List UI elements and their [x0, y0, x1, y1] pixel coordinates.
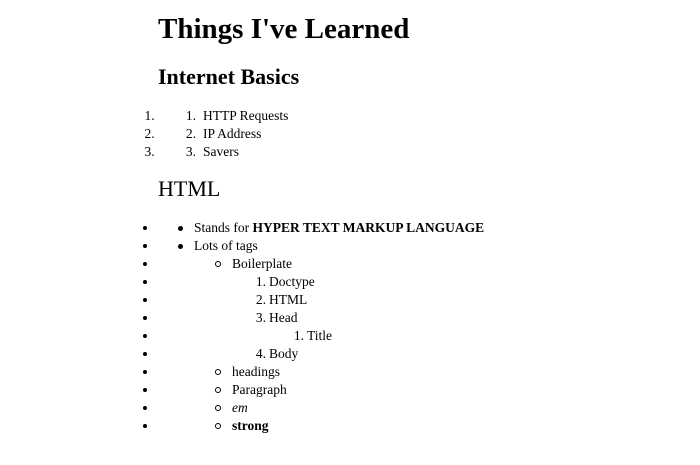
circle-bullet-icon: [215, 405, 221, 411]
list-number: 1.: [293, 328, 304, 343]
list-item-text: Savers: [203, 144, 239, 159]
list-item-text: HTML: [269, 292, 308, 307]
list-item-text: Lots of tags: [194, 238, 258, 253]
list-item-text: headings: [232, 364, 280, 379]
html-heading: HTML: [158, 176, 221, 201]
list-item-text: Head: [269, 310, 298, 325]
list-item-text: Stands for HYPER TEXT MARKUP LANGUAGE: [194, 219, 484, 237]
list-item-text: em: [232, 400, 248, 415]
list-item-text: HTTP Requests: [203, 108, 289, 123]
disc-bullet-icon: [178, 226, 183, 231]
stands-for-acronym: HYPER TEXT MARKUP LANGUAGE: [252, 220, 485, 235]
circle-bullet-icon: [215, 423, 221, 429]
list-number: 2.: [185, 126, 196, 141]
circle-bullet-icon: [215, 387, 221, 393]
circle-bullet-icon: [215, 369, 221, 375]
list-item-text: IP Address: [203, 126, 262, 141]
list-number: 3.: [185, 144, 196, 159]
page-title: Things I've Learned: [158, 13, 410, 45]
list-number: 3.: [255, 310, 266, 325]
circle-bullet-icon: [215, 261, 221, 267]
list-number: 1.: [185, 108, 196, 123]
stands-for-label: Stands for: [194, 220, 253, 235]
list-number: 4.: [255, 346, 266, 361]
list-item-text: Title: [307, 328, 333, 343]
list-item-text: Paragraph: [232, 382, 287, 397]
list-item-text: Body: [269, 346, 299, 361]
disc-bullet-icon: [178, 244, 183, 249]
list-item-text: strong: [232, 418, 269, 433]
list-item-text: Doctype: [269, 274, 315, 289]
list-number: 1.: [255, 274, 266, 289]
list-item-text: Boilerplate: [232, 256, 292, 271]
list-number: 2.: [255, 292, 266, 307]
internet-basics-heading: Internet Basics: [158, 64, 300, 89]
